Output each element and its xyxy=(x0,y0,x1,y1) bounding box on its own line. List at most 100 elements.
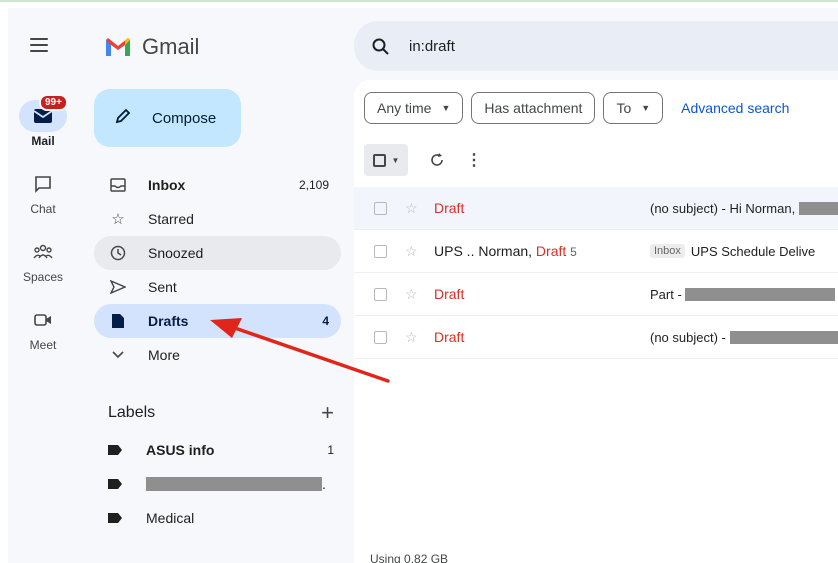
meet-icon xyxy=(19,304,67,336)
label-item-redacted[interactable]: . xyxy=(108,467,334,501)
label-suffix: . xyxy=(322,476,326,492)
compose-label: Compose xyxy=(152,109,217,127)
rail-item-spaces[interactable]: Spaces xyxy=(8,236,78,284)
email-row[interactable]: ☆ Draft (no subject) - Hi Norman, xyxy=(354,187,838,230)
email-subject: Inbox UPS Schedule Delive xyxy=(650,244,838,259)
rail-label-mail: Mail xyxy=(31,134,55,148)
inbox-count: 2,109 xyxy=(298,178,329,192)
row-checkbox[interactable] xyxy=(374,244,387,258)
folder-nav: Inbox 2,109 ☆ Starred Snoozed Sent Draft… xyxy=(94,168,341,372)
nav-item-starred[interactable]: ☆ Starred xyxy=(94,202,341,236)
sender-names: UPS .. Norman, xyxy=(434,243,536,259)
draft-icon xyxy=(108,313,128,329)
nav-item-more[interactable]: More xyxy=(94,338,341,372)
nav-label-starred: Starred xyxy=(148,211,194,227)
subject-text: (no subject) - Hi Norman, xyxy=(650,200,796,216)
storage-usage: Using 0.82 GB xyxy=(370,552,449,563)
star-icon[interactable]: ☆ xyxy=(405,200,419,217)
nav-label-drafts: Drafts xyxy=(148,313,189,329)
label-tag-icon xyxy=(108,513,122,523)
row-checkbox[interactable] xyxy=(374,201,387,215)
email-row[interactable]: ☆ UPS .. Norman, Draft 5 Inbox UPS Schedu… xyxy=(354,230,838,273)
filter-chip-to[interactable]: To ▼ xyxy=(603,92,664,124)
gmail-window: 99+ Mail Chat Spaces Meet Gmail Compose … xyxy=(8,8,838,563)
redacted-label-name xyxy=(146,477,322,491)
email-subject: (no subject) - xyxy=(650,330,838,345)
rail-label-meet: Meet xyxy=(29,338,57,352)
nav-label-inbox: Inbox xyxy=(148,177,186,193)
subject-text: UPS Schedule Delive xyxy=(690,243,816,259)
refresh-icon[interactable] xyxy=(430,153,444,167)
email-sender: Draft xyxy=(434,286,465,302)
list-toolbar: ▼ ⋮ xyxy=(364,144,482,176)
label-count: 1 xyxy=(327,443,334,457)
message-list-panel: Any time ▼ Has attachment To ▼ Advanced se… xyxy=(354,80,838,563)
rail-item-meet[interactable]: Meet xyxy=(8,304,78,352)
chevron-down-icon xyxy=(108,351,128,359)
more-options-icon[interactable]: ⋮ xyxy=(466,150,482,170)
checkbox-icon xyxy=(372,153,386,167)
subject-text: Part - xyxy=(650,286,682,302)
star-icon[interactable]: ☆ xyxy=(405,243,419,260)
rail-item-mail[interactable]: 99+ Mail xyxy=(8,94,78,148)
clock-icon xyxy=(108,245,128,261)
nav-label-more: More xyxy=(148,347,180,363)
star-icon[interactable]: ☆ xyxy=(405,329,419,346)
filter-chip-attachment[interactable]: Has attachment xyxy=(471,92,596,124)
pencil-icon xyxy=(114,107,132,129)
search-input[interactable]: in:draft xyxy=(409,38,455,55)
labels-title: Labels xyxy=(108,404,156,421)
nav-item-inbox[interactable]: Inbox 2,109 xyxy=(94,168,341,202)
filter-chip-time[interactable]: Any time ▼ xyxy=(364,92,464,124)
email-subject: Part - xyxy=(650,287,838,302)
mail-icon: 99+ xyxy=(19,94,68,132)
star-icon: ☆ xyxy=(111,211,125,228)
compose-button[interactable]: Compose xyxy=(94,89,241,147)
nav-label-snoozed: Snoozed xyxy=(148,245,204,261)
label-name: ASUS info xyxy=(146,442,215,458)
label-tag-icon xyxy=(108,479,122,489)
row-checkbox[interactable] xyxy=(374,330,387,344)
email-list: ☆ Draft (no subject) - Hi Norman, ☆ UPS … xyxy=(354,187,838,359)
subject-text: (no subject) - xyxy=(650,329,726,345)
rail-item-chat[interactable]: Chat xyxy=(8,168,78,216)
dropdown-arrow-icon: ▼ xyxy=(441,103,451,113)
rail-label-chat: Chat xyxy=(30,202,56,216)
label-item-asus[interactable]: ASUS info 1 xyxy=(108,433,334,467)
inbox-label-chip: Inbox xyxy=(650,244,685,258)
dropdown-arrow-icon: ▼ xyxy=(641,103,651,113)
app-rail: 99+ Mail Chat Spaces Meet xyxy=(8,8,84,563)
add-label-icon[interactable]: + xyxy=(321,400,334,426)
label-tag-icon xyxy=(108,445,122,455)
row-checkbox[interactable] xyxy=(374,287,387,301)
label-item-medical[interactable]: Medical xyxy=(108,501,334,535)
nav-item-snoozed[interactable]: Snoozed xyxy=(94,236,341,270)
inbox-icon xyxy=(108,178,128,192)
drafts-count: 4 xyxy=(322,314,329,328)
email-row[interactable]: ☆ Draft Part - xyxy=(354,273,838,316)
advanced-search-link[interactable]: Advanced search xyxy=(681,100,789,116)
spaces-icon xyxy=(19,236,67,268)
chip-label: Has attachment xyxy=(484,100,583,116)
send-icon xyxy=(108,280,128,294)
sender-draft-tag: Draft xyxy=(535,243,567,259)
gmail-logo[interactable]: Gmail xyxy=(104,34,199,60)
star-icon[interactable]: ☆ xyxy=(405,286,419,303)
nav-label-sent: Sent xyxy=(148,279,177,295)
email-subject: (no subject) - Hi Norman, xyxy=(650,201,838,216)
search-icon[interactable] xyxy=(372,38,389,55)
gmail-m-icon xyxy=(106,38,130,56)
email-sender: Draft xyxy=(434,200,465,216)
select-all-checkbox[interactable]: ▼ xyxy=(364,144,408,176)
label-name: Medical xyxy=(146,510,195,526)
email-sender: Draft xyxy=(434,329,465,345)
thread-count: 5 xyxy=(570,245,577,259)
nav-item-drafts[interactable]: Drafts 4 xyxy=(94,304,341,338)
app-name: Gmail xyxy=(142,34,200,59)
email-row[interactable]: ☆ Draft (no subject) - xyxy=(354,316,838,359)
chevron-down-icon: ▼ xyxy=(391,155,400,165)
search-bar[interactable]: in:draft xyxy=(354,21,838,71)
top-border-line xyxy=(0,0,838,2)
main-menu-icon[interactable] xyxy=(30,38,48,52)
nav-item-sent[interactable]: Sent xyxy=(94,270,341,304)
